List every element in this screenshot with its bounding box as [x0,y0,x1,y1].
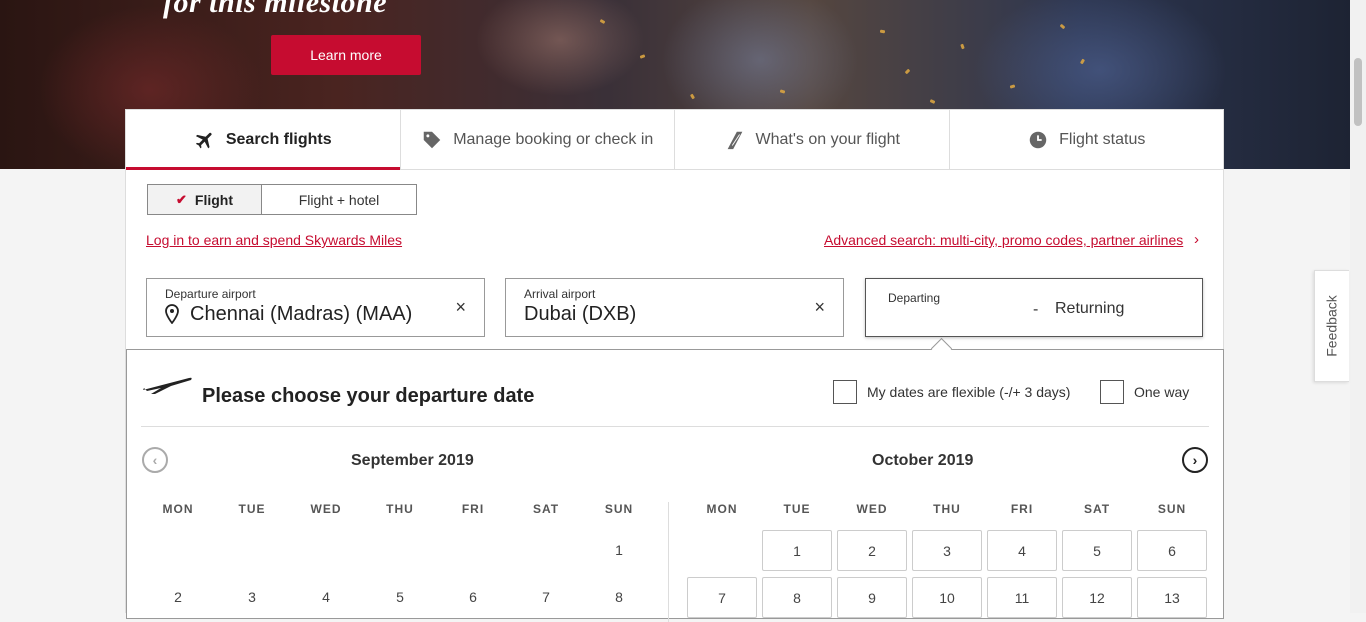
weekday-header: SUN [604,502,634,516]
calendar-day[interactable]: 6 [1137,530,1207,571]
calendar-day-disabled: 4 [322,589,330,605]
trip-type-toggle: ✔ Flight Flight + hotel [147,184,417,215]
calendar-day[interactable]: 11 [987,577,1057,618]
page-scrollbar[interactable] [1350,0,1366,613]
location-pin-icon [165,304,179,324]
calendar-divider [141,426,1209,427]
calendar-popup: Please choose your departure date My dat… [126,349,1224,622]
flight-option-label: Flight [194,191,233,208]
checkmark-icon: ✔ [175,191,187,207]
learn-more-button[interactable]: Learn more [271,35,421,75]
departure-label: Departure airport [165,287,256,301]
advanced-search-link[interactable]: Advanced search: multi-city, promo codes… [824,232,1183,248]
calendar-day[interactable]: 2 [837,530,907,571]
calendar-title: Please choose your departure date [202,385,535,407]
left-month-title: September 2019 [351,452,474,469]
clock-icon [1029,131,1047,148]
calendar-day-disabled: 5 [396,589,404,605]
tab-bar: Search flights Manage booking or check i… [126,110,1223,170]
calendar-day[interactable]: 8 [762,577,832,618]
tab-label: Search flights [225,130,332,148]
arrival-airport-field[interactable]: Arrival airport Dubai (DXB) × [505,278,844,337]
arrival-value: Dubai (DXB) [524,303,637,325]
date-separator: - [1033,301,1039,318]
tab-flight-status[interactable]: Flight status [948,110,1224,169]
tab-whats-on-flight[interactable]: What's on your flight [674,110,949,169]
departure-airport-field[interactable]: Departure airport Chennai (Madras) (MAA)… [146,278,485,337]
weekday-header: MON [162,502,194,516]
clear-departure-icon[interactable]: × [455,297,466,318]
month-separator [668,502,669,622]
chevron-right-icon: › [1192,452,1198,468]
weekday-header: THU [933,502,961,516]
departure-value: Chennai (Madras) (MAA) [190,303,413,325]
weekday-header: TUE [783,502,811,516]
weekday-header: SAT [532,502,560,516]
flexible-dates-checkbox[interactable] [833,380,857,404]
next-month-button[interactable]: › [1182,447,1208,473]
weekday-header: FRI [1010,502,1034,516]
calendar-day[interactable]: 7 [687,577,757,618]
plane-icon [195,132,212,148]
calendar-day-disabled: 8 [615,589,623,605]
weekday-header: SUN [1157,502,1187,516]
calendar-day[interactable]: 9 [837,577,907,618]
previous-month-button[interactable]: ‹ [142,447,168,473]
chevron-right-icon: › [1194,231,1199,248]
arrival-label: Arrival airport [524,287,596,301]
weekday-header: THU [386,502,414,516]
flight-hotel-option[interactable]: Flight + hotel [262,185,416,214]
calendar-day[interactable]: 1 [762,530,832,571]
calendar-day-disabled: 6 [469,589,477,605]
tag-icon [423,131,441,148]
weekday-header: SAT [1083,502,1111,516]
right-month-title: October 2019 [872,452,974,469]
weekday-header: MON [706,502,738,516]
seat-icon [727,131,742,149]
tab-label: Flight status [1059,130,1146,148]
one-way-label: One way [1134,384,1190,400]
flexible-dates-label: My dates are flexible (-/+ 3 days) [867,384,1071,400]
departing-label: Departing [888,291,941,305]
calendar-day-disabled: 1 [615,542,623,558]
hero-title: for this milestone [163,0,388,19]
search-panel: Search flights Manage booking or check i… [125,109,1224,622]
calendar-day[interactable]: 3 [912,530,982,571]
tab-label: What's on your flight [755,130,900,148]
calendar-day[interactable]: 13 [1137,577,1207,618]
weekday-header: TUE [238,502,266,516]
skywards-login-link[interactable]: Log in to earn and spend Skywards Miles [146,232,402,248]
weekday-header: FRI [461,502,485,516]
departing-plane-icon [143,377,192,394]
tab-search-flights[interactable]: Search flights [126,110,400,170]
tab-manage-booking[interactable]: Manage booking or check in [399,110,675,169]
chevron-left-icon: ‹ [152,452,158,468]
calendar-day-disabled: 3 [248,589,256,605]
calendar-day[interactable]: 4 [987,530,1057,571]
calendar-day-disabled: 2 [174,589,182,605]
clear-arrival-icon[interactable]: × [814,297,825,318]
weekday-header: WED [856,502,888,516]
weekday-header: WED [310,502,342,516]
tab-label: Manage booking or check in [453,130,654,148]
feedback-label: Feedback [1324,295,1341,357]
flight-option[interactable]: ✔ Flight [148,185,262,214]
calendar-day-disabled: 7 [542,589,550,605]
date-picker-field[interactable]: Departing - Returning [865,278,1203,337]
calendar-day[interactable]: 12 [1062,577,1132,618]
feedback-tab[interactable]: Feedback [1314,270,1349,382]
calendar-day[interactable]: 5 [1062,530,1132,571]
scrollbar-thumb[interactable] [1354,58,1362,126]
calendar-day[interactable]: 10 [912,577,982,618]
returning-label: Returning [1055,300,1125,317]
one-way-checkbox[interactable] [1100,380,1124,404]
flight-hotel-option-label: Flight + hotel [298,191,380,208]
